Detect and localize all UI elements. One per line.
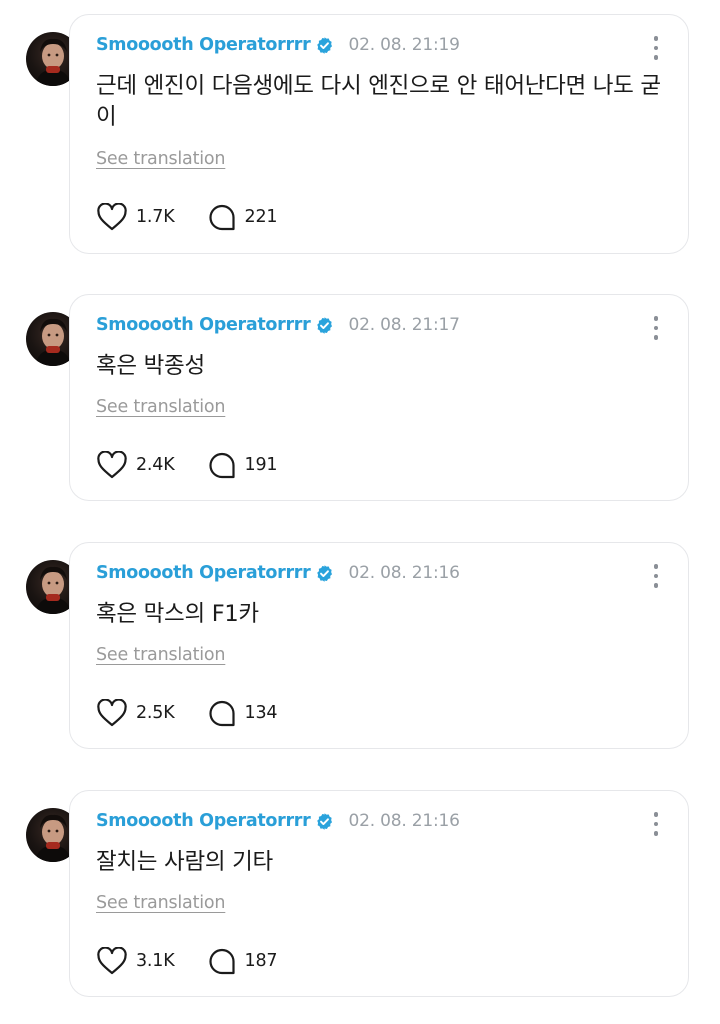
- heart-icon: [96, 451, 128, 479]
- comment-card: Smooooth Operatorrrr 02. 08. 21:16 잘치는 사…: [69, 790, 689, 997]
- comment-bubble-icon: [207, 203, 237, 231]
- comment-text: 혹은 박종성: [96, 353, 205, 379]
- heart-icon: [96, 699, 128, 727]
- more-vertical-icon[interactable]: [652, 36, 660, 60]
- comment-count: 187: [244, 951, 278, 971]
- comment-button[interactable]: 221: [207, 203, 278, 231]
- more-vertical-icon[interactable]: [652, 564, 660, 588]
- action-bar: 2.4K 191: [96, 451, 278, 479]
- see-translation-link[interactable]: See translation: [96, 149, 226, 169]
- comment-text: 혹은 막스의 F1카: [96, 601, 259, 627]
- like-count: 2.5K: [136, 703, 175, 723]
- verified-badge-icon: [315, 316, 334, 335]
- comment-card: Smooooth Operatorrrr 02. 08. 21:17 혹은 박종…: [69, 294, 689, 501]
- username[interactable]: Smooooth Operatorrrr: [96, 315, 311, 335]
- comment-bubble-icon: [207, 699, 237, 727]
- verified-badge-icon: [315, 36, 334, 55]
- timestamp: 02. 08. 21:17: [348, 315, 460, 335]
- like-button[interactable]: 1.7K: [96, 203, 175, 231]
- heart-icon: [96, 203, 128, 231]
- comment-post: Smooooth Operatorrrr 02. 08. 21:19 근데 엔진…: [0, 14, 720, 254]
- more-vertical-icon[interactable]: [652, 812, 660, 836]
- like-count: 2.4K: [136, 455, 175, 475]
- comment-button[interactable]: 134: [207, 699, 278, 727]
- comment-count: 221: [244, 207, 278, 227]
- action-bar: 1.7K 221: [96, 203, 278, 231]
- timestamp: 02. 08. 21:16: [348, 563, 460, 583]
- username[interactable]: Smooooth Operatorrrr: [96, 811, 311, 831]
- comment-header: Smooooth Operatorrrr 02. 08. 21:16: [96, 563, 460, 583]
- see-translation-link[interactable]: See translation: [96, 893, 226, 913]
- see-translation-link[interactable]: See translation: [96, 397, 226, 417]
- see-translation-link[interactable]: See translation: [96, 645, 226, 665]
- timestamp: 02. 08. 21:19: [348, 35, 460, 55]
- verified-badge-icon: [315, 812, 334, 831]
- comment-button[interactable]: 191: [207, 451, 278, 479]
- timestamp: 02. 08. 21:16: [348, 811, 460, 831]
- username[interactable]: Smooooth Operatorrrr: [96, 35, 311, 55]
- like-count: 3.1K: [136, 951, 175, 971]
- more-vertical-icon[interactable]: [652, 316, 660, 340]
- comment-text: 근데 엔진이 다음생에도 다시 엔진으로 안 태어난다면 나도 굳이: [96, 73, 661, 130]
- like-button[interactable]: 3.1K: [96, 947, 175, 975]
- like-count: 1.7K: [136, 207, 175, 227]
- comment-header: Smooooth Operatorrrr 02. 08. 21:16: [96, 811, 460, 831]
- like-button[interactable]: 2.5K: [96, 699, 175, 727]
- comment-post: Smooooth Operatorrrr 02. 08. 21:17 혹은 박종…: [0, 294, 720, 501]
- like-button[interactable]: 2.4K: [96, 451, 175, 479]
- comment-text: 잘치는 사람의 기타: [96, 849, 273, 875]
- comment-card: Smooooth Operatorrrr 02. 08. 21:16 혹은 막스…: [69, 542, 689, 749]
- comment-card: Smooooth Operatorrrr 02. 08. 21:19 근데 엔진…: [69, 14, 689, 254]
- action-bar: 2.5K 134: [96, 699, 278, 727]
- verified-badge-icon: [315, 564, 334, 583]
- comment-count: 134: [244, 703, 278, 723]
- comment-header: Smooooth Operatorrrr 02. 08. 21:17: [96, 315, 460, 335]
- comment-post: Smooooth Operatorrrr 02. 08. 21:16 혹은 막스…: [0, 542, 720, 749]
- action-bar: 3.1K 187: [96, 947, 278, 975]
- comment-header: Smooooth Operatorrrr 02. 08. 21:19: [96, 35, 460, 55]
- username[interactable]: Smooooth Operatorrrr: [96, 563, 311, 583]
- comment-feed: Smooooth Operatorrrr 02. 08. 21:19 근데 엔진…: [0, 0, 720, 1024]
- comment-count: 191: [244, 455, 278, 475]
- heart-icon: [96, 947, 128, 975]
- comment-bubble-icon: [207, 451, 237, 479]
- comment-post: Smooooth Operatorrrr 02. 08. 21:16 잘치는 사…: [0, 790, 720, 997]
- comment-button[interactable]: 187: [207, 947, 278, 975]
- comment-bubble-icon: [207, 947, 237, 975]
